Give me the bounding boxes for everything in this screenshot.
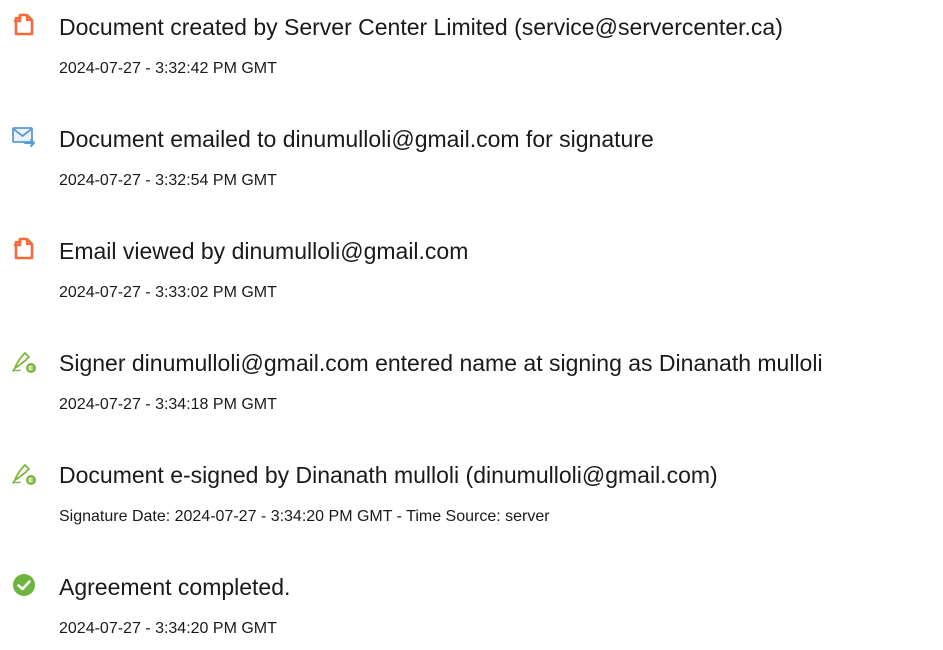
event-title: Agreement completed. — [59, 574, 291, 600]
event-timestamp: 2024-07-27 - 3:33:02 PM GMT — [59, 284, 277, 301]
event-document-emailed: Document emailed to dinumulloli@gmail.co… — [0, 112, 943, 202]
event-agreement-completed: Agreement completed. 2024-07-27 - 3:34:2… — [0, 560, 943, 650]
event-title: Email viewed by dinumulloli@gmail.com — [59, 238, 469, 264]
audit-log: Document created by Server Center Limite… — [0, 0, 943, 650]
event-document-created: Document created by Server Center Limite… — [0, 0, 943, 90]
event-title: Document created by Server Center Limite… — [59, 14, 783, 40]
event-signer-entered-name: Signer dinumulloli@gmail.com entered nam… — [0, 336, 943, 426]
check-circle-icon — [11, 572, 37, 598]
event-email-viewed: Email viewed by dinumulloli@gmail.com 20… — [0, 224, 943, 314]
pen-sign-icon — [11, 460, 37, 486]
event-timestamp: 2024-07-27 - 3:32:42 PM GMT — [59, 60, 277, 77]
event-signature-date: Signature Date: 2024-07-27 - 3:34:20 PM … — [59, 508, 550, 525]
document-viewed-icon — [11, 236, 37, 262]
event-timestamp: 2024-07-27 - 3:32:54 PM GMT — [59, 172, 277, 189]
event-title: Signer dinumulloli@gmail.com entered nam… — [59, 350, 823, 376]
event-timestamp: 2024-07-27 - 3:34:18 PM GMT — [59, 396, 277, 413]
pen-sign-icon — [11, 348, 37, 374]
document-created-icon — [11, 12, 37, 38]
event-timestamp: 2024-07-27 - 3:34:20 PM GMT — [59, 620, 277, 637]
event-title: Document e-signed by Dinanath mulloli (d… — [59, 462, 718, 488]
event-document-esigned: Document e-signed by Dinanath mulloli (d… — [0, 448, 943, 538]
event-title: Document emailed to dinumulloli@gmail.co… — [59, 126, 654, 152]
email-sent-icon — [11, 124, 37, 150]
